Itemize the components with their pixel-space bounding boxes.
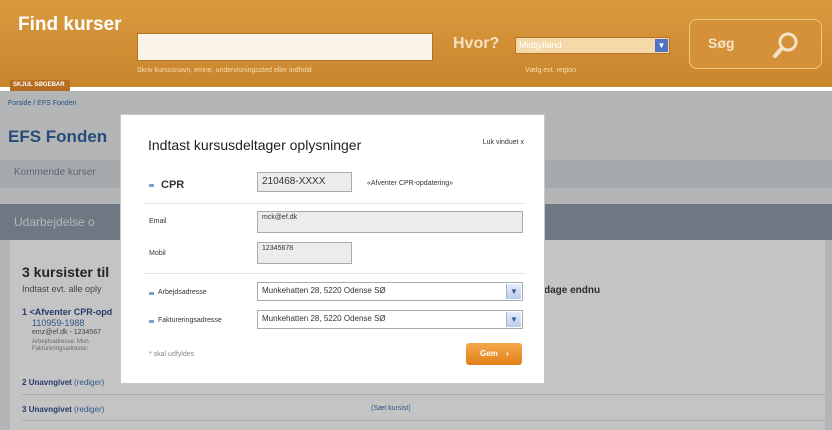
cpr-status-text: «Afventer CPR-opdatering» — [367, 180, 453, 187]
search-hint: Skriv kursusnavn, emne, undervisningsste… — [137, 67, 312, 74]
billing-address-select[interactable]: Munkehatten 28, 5220 Odense SØ ▼ — [257, 310, 523, 329]
save-button-label: Gem — [480, 349, 498, 358]
email-field[interactable]: mck@ef.dk — [257, 211, 523, 233]
find-courses-title: Find kurser — [18, 14, 122, 35]
required-marker — [149, 184, 154, 187]
email-label: Email — [149, 218, 167, 225]
location-label: Hvor? — [453, 35, 500, 52]
required-marker — [149, 292, 154, 295]
search-header: Find kurser Skriv kursusnavn, emne, unde… — [0, 0, 832, 87]
billing-address-label: Faktureringsadresse — [158, 317, 222, 324]
work-address-select[interactable]: Munkehatten 28, 5220 Odense SØ ▼ — [257, 282, 523, 301]
billing-address-value: Munkehatten 28, 5220 Odense SØ — [262, 314, 386, 323]
divider — [145, 273, 525, 274]
search-input[interactable] — [137, 33, 433, 61]
region-select[interactable]: Midtjylland ▼ — [515, 37, 670, 54]
search-icon — [773, 32, 798, 58]
region-value: Midtjylland — [519, 40, 562, 50]
work-address-label: Arbejdsadresse — [158, 289, 207, 296]
close-dialog-link[interactable]: Luk vinduet x — [483, 139, 524, 146]
dialog-title: Indtast kursusdeltager oplysninger — [148, 137, 362, 153]
participant-info-dialog: Indtast kursusdeltager oplysninger Luk v… — [120, 114, 545, 384]
search-button-label: Søg — [708, 35, 735, 51]
save-button[interactable]: Gem › — [466, 343, 522, 365]
chevron-down-icon[interactable]: ▼ — [506, 284, 521, 299]
search-button[interactable]: Søg — [689, 19, 822, 69]
chevron-right-icon: › — [506, 349, 509, 358]
chevron-down-icon[interactable]: ▼ — [506, 312, 521, 327]
cpr-label: CPR — [161, 179, 185, 191]
chevron-down-icon[interactable]: ▼ — [655, 39, 668, 52]
region-hint: Vælg evt. region — [525, 67, 576, 74]
work-address-value: Munkehatten 28, 5220 Odense SØ — [262, 286, 386, 295]
mobile-label: Mobil — [149, 250, 166, 257]
hide-search-bar-tab[interactable]: SKJUL SØGEBAR — [10, 80, 70, 91]
required-marker — [149, 320, 154, 323]
required-note: * skal udfyldes — [149, 351, 195, 358]
hide-search-bar-label: SKJUL SØGEBAR — [13, 82, 65, 88]
cpr-field[interactable]: 210468-XXXX — [257, 172, 352, 192]
divider — [145, 203, 525, 204]
mobile-field[interactable]: 12345678 — [257, 242, 352, 264]
